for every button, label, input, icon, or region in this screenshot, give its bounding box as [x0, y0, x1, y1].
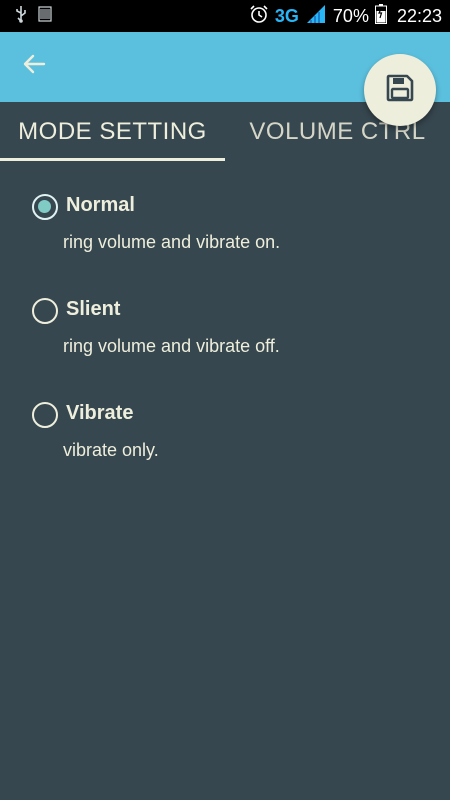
battery-icon	[374, 4, 387, 28]
status-bar: 3G 70% 22:23	[0, 0, 450, 32]
tab-mode-setting[interactable]: MODE SETTING	[0, 102, 225, 162]
back-button[interactable]	[14, 46, 54, 86]
status-right: 3G 70% 22:23	[249, 4, 442, 28]
status-left	[14, 5, 52, 27]
mode-description: ring volume and vibrate on.	[63, 232, 281, 252]
save-button[interactable]	[364, 54, 436, 126]
mode-title: Vibrate	[66, 402, 134, 424]
radio-button-normal[interactable]	[32, 194, 58, 220]
floppy-disk-icon	[386, 74, 414, 107]
mode-item-vibrate[interactable]: Vibrate vibrate only.	[0, 388, 450, 492]
usb-icon	[14, 5, 28, 27]
battery-percent: 70%	[332, 5, 369, 26]
radio-checked-dot	[38, 200, 51, 213]
mode-description: vibrate only.	[63, 440, 159, 460]
signal-icon	[305, 4, 327, 28]
tab-indicator	[0, 158, 225, 161]
alarm-clock-icon	[249, 4, 269, 28]
mode-title: Normal	[66, 194, 135, 216]
radio-button-silent[interactable]	[32, 298, 58, 324]
arrow-left-icon	[22, 53, 46, 80]
mode-description: ring volume and vibrate off.	[63, 336, 280, 356]
mode-item-normal[interactable]: Normal ring volume and vibrate on.	[0, 180, 450, 284]
radio-button-vibrate[interactable]	[32, 402, 58, 428]
mode-list: Normal ring volume and vibrate on. Slien…	[0, 180, 450, 492]
mode-title: Slient	[66, 298, 121, 320]
sim-card-icon	[38, 6, 52, 26]
mode-item-silent[interactable]: Slient ring volume and vibrate off.	[0, 284, 450, 388]
network-type: 3G	[274, 5, 299, 26]
clock: 22:23	[396, 5, 442, 26]
